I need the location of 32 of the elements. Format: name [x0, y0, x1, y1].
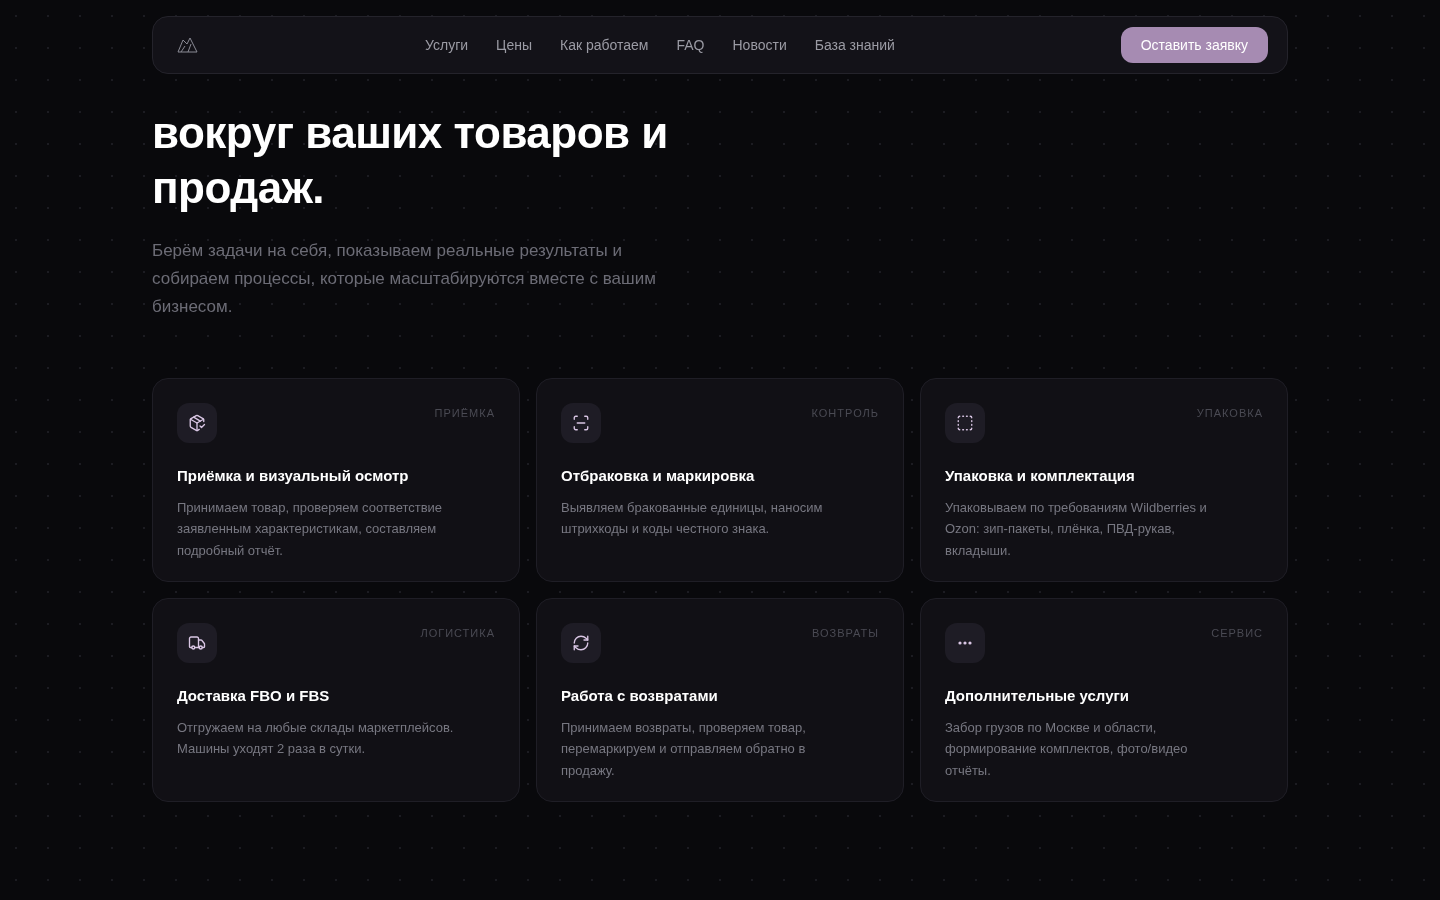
category-tag: СЕРВИС	[1211, 625, 1263, 642]
service-description: Отгружаем на любые склады маркетплейсов. Машины уходят 2 раза в сутки.	[177, 718, 455, 758]
dashed-square-icon	[956, 414, 974, 432]
nav-link[interactable]: База знаний	[814, 34, 895, 56]
service-description: Упаковываем по требованиям Wildberries и Ozon: зип-пакеты, плёнка, ПВД-рукав, вкладыши.	[945, 498, 1208, 560]
service-title: Упаковка и комплектация	[945, 466, 1136, 486]
refresh-icon	[572, 634, 590, 652]
category-tag: ВОЗВРАТЫ	[811, 625, 879, 642]
service-description: Выявляем бракованные единицы, наносим штрихкоды и коды честного знака.	[561, 498, 824, 538]
service-title: Работа с возвратами	[561, 686, 719, 706]
more-icon	[958, 641, 972, 645]
service-description: Принимаем товар, проверяем соответствие заявленным характеристикам, составляем подробный отчёт.	[177, 498, 444, 560]
category-tag: ЛОГИСТИКА	[420, 625, 495, 642]
hero-title: вокруг ваших товаров и продаж.	[152, 107, 669, 214]
hero-subtitle: Берём задачи на себя, показываем реальные результаты и собираем процессы, которые масштабируются вместе с вашим бизнесом.	[152, 240, 657, 318]
nav-link[interactable]: Как работаем	[560, 34, 649, 56]
nav-link[interactable]: Услуги	[425, 34, 469, 56]
nav-link[interactable]: Цены	[496, 34, 532, 56]
package-check-icon	[188, 414, 206, 432]
truck-icon	[188, 634, 206, 652]
nav-link[interactable]: Новости	[732, 34, 787, 56]
service-description: Забор грузов по Москве и области, формирование комплектов, фото/видео отчёты.	[945, 718, 1189, 780]
category-tag: ПРИЁМКА	[434, 405, 495, 422]
service-title: Отбраковка и маркировка	[561, 466, 756, 486]
service-description: Принимаем возвраты, проверяем товар, перемаркируем и отправляем обратно в продажу.	[561, 718, 807, 780]
service-title: Дополнительные услуги	[945, 686, 1130, 706]
service-title: Доставка FBO и FBS	[177, 686, 331, 706]
category-tag: УПАКОВКА	[1196, 405, 1263, 422]
nav-link[interactable]: FAQ	[676, 34, 705, 56]
category-tag: КОНТРОЛЬ	[811, 405, 879, 422]
scan-icon	[572, 414, 590, 432]
service-title: Приёмка и визуальный осмотр	[177, 466, 410, 486]
